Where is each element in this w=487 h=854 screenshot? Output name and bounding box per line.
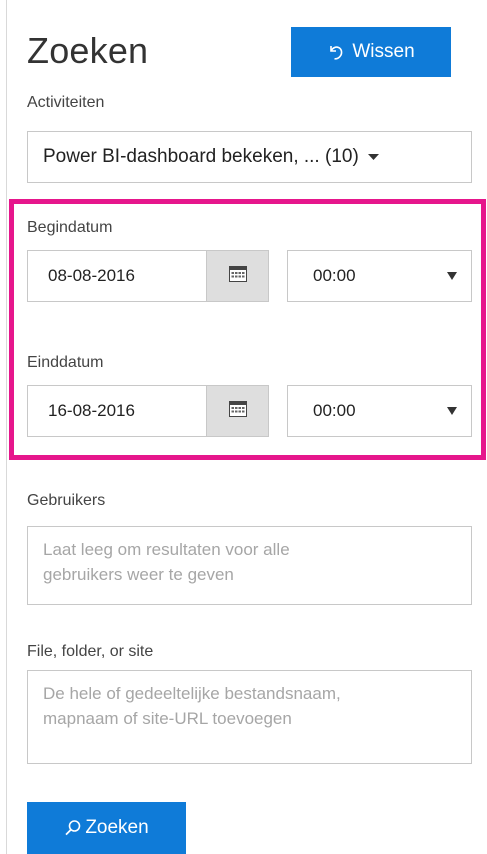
file-folder-site-input[interactable]: De hele of gedeeltelijke bestandsnaam, m… (27, 670, 472, 764)
file-placeholder-line-2: mapnaam of site-URL toevoegen (43, 709, 292, 728)
end-time-select[interactable]: 00:00 (287, 385, 472, 437)
users-placeholder-line-1: Laat leeg om resultaten voor alle (43, 540, 290, 559)
search-icon (64, 819, 82, 837)
start-date-calendar-button[interactable] (206, 250, 269, 302)
panel-left-border (6, 0, 7, 854)
search-button[interactable]: Zoeken (27, 802, 186, 854)
activities-selected-value: Power BI-dashboard bekeken, ... (10) (43, 146, 359, 167)
start-date-label: Begindatum (27, 219, 113, 236)
undo-icon (327, 43, 345, 61)
clear-button-label: Wissen (352, 41, 415, 62)
users-label: Gebruikers (27, 492, 106, 509)
dropdown-triangle-icon (447, 401, 457, 421)
users-input[interactable]: Laat leeg om resultaten voor alle gebrui… (27, 526, 472, 605)
start-date-input[interactable]: 08-08-2016 (27, 250, 206, 302)
end-time-value: 00:00 (313, 401, 356, 420)
start-time-select[interactable]: 00:00 (287, 250, 472, 302)
end-date-value: 16-08-2016 (48, 401, 135, 420)
start-time-value: 00:00 (313, 266, 356, 285)
search-button-label: Zoeken (85, 817, 149, 838)
activities-label: Activiteiten (27, 94, 105, 111)
page-title: Zoeken (27, 30, 149, 71)
calendar-icon (228, 400, 247, 422)
calendar-icon (228, 265, 247, 287)
users-placeholder-line-2: gebruikers weer te geven (43, 565, 234, 584)
file-placeholder-line-1: De hele of gedeeltelijke bestandsnaam, (43, 684, 341, 703)
dropdown-triangle-icon (447, 266, 457, 286)
end-date-input[interactable]: 16-08-2016 (27, 385, 206, 437)
end-date-calendar-button[interactable] (206, 385, 269, 437)
end-date-label: Einddatum (27, 354, 104, 371)
clear-button[interactable]: Wissen (291, 27, 451, 77)
file-folder-site-label: File, folder, or site (27, 643, 154, 660)
caret-down-icon (367, 153, 379, 161)
activities-dropdown[interactable]: Power BI-dashboard bekeken, ... (10) (27, 131, 472, 183)
start-date-value: 08-08-2016 (48, 266, 135, 285)
